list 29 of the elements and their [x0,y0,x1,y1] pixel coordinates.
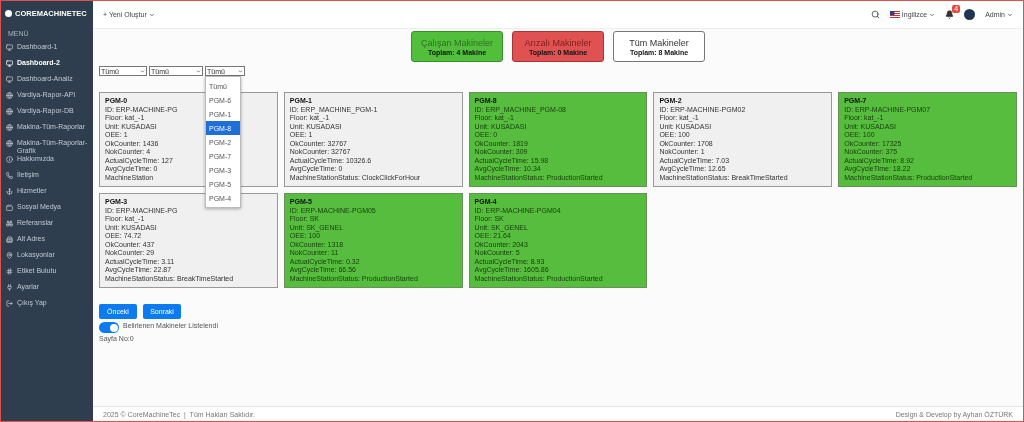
logout-icon [6,299,13,307]
caret-icon [196,68,201,74]
globe-icon [6,107,13,115]
toggle-switch[interactable] [99,322,119,333]
monitor-icon [6,43,13,51]
info-icon [6,155,13,163]
caret-icon [929,11,936,18]
caret-icon [148,11,155,18]
anchor-icon [6,187,13,195]
user-avatar[interactable] [964,9,976,20]
location-pin-icon [6,251,13,259]
building-icon [6,235,13,243]
caret-icon [140,68,145,74]
monitor-icon [6,59,13,67]
globe-icon [6,123,13,131]
caret-icon [1007,11,1013,18]
tv-icon [6,203,13,211]
monitor-icon [6,75,13,83]
hash-icon [6,267,13,275]
notification-icon[interactable] [945,10,955,19]
search-icon[interactable] [870,10,880,19]
flag-icon [889,11,900,18]
logo-icon [5,10,12,17]
binoculars-icon [6,219,13,227]
phone-icon [6,171,13,179]
caret-icon [238,68,243,74]
globe-icon [6,91,13,99]
globe-icon [6,139,13,147]
plug-icon [6,283,13,291]
